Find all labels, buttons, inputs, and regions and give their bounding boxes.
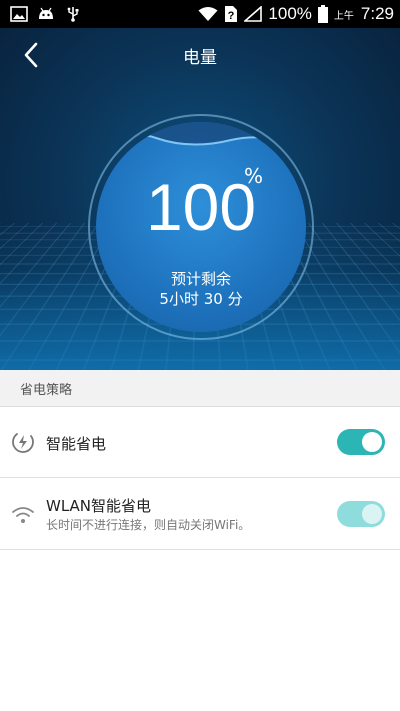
toggle-knob: [362, 504, 382, 524]
setting-row-wlan-saving[interactable]: WLAN智能省电 长时间不进行连接，则自动关闭WiFi。: [0, 478, 400, 550]
status-right: ? 100% 上午 7:29: [198, 4, 394, 24]
battery-hero: 电量 100 % 预计剩余 5小时 30 分: [0, 28, 400, 370]
battery-icon: [317, 5, 328, 23]
remaining-label: 预计剩余: [170, 270, 231, 288]
smart-saving-toggle[interactable]: [337, 429, 385, 455]
sim-alert-icon: ?: [225, 6, 238, 22]
battery-percent: 100%: [268, 4, 312, 23]
clock: 7:29: [360, 4, 394, 23]
svg-text:?: ?: [228, 10, 235, 22]
remaining-time: 5小时 30 分: [159, 290, 243, 308]
power-saving-icon: [12, 433, 34, 453]
section-header: 省电策略: [0, 370, 400, 407]
battery-wave: [96, 122, 306, 149]
battery-percent-value: 100: [145, 170, 257, 244]
page-title: 电量: [183, 48, 217, 68]
wifi-icon: [198, 7, 218, 21]
wifi-icon: [12, 507, 34, 523]
setting-title: WLAN智能省电: [46, 497, 152, 515]
image-icon: [10, 6, 28, 22]
status-bar: ? 100% 上午 7:29: [0, 0, 400, 28]
wlan-saving-toggle[interactable]: [337, 501, 385, 527]
percent-sign: %: [244, 164, 264, 188]
battery-gauge: 100 % 预计剩余 5小时 30 分: [96, 122, 306, 332]
setting-subtitle: 长时间不进行连接，则自动关闭WiFi。: [46, 518, 251, 532]
toggle-knob: [362, 432, 382, 452]
usb-icon: [67, 7, 79, 22]
setting-row-smart-saving[interactable]: 智能省电: [0, 407, 400, 478]
ampm-label: 上午: [333, 10, 354, 22]
signal-icon: [244, 6, 263, 22]
status-left: [10, 6, 82, 22]
android-icon: [39, 7, 53, 19]
setting-title: 智能省电: [46, 435, 107, 453]
